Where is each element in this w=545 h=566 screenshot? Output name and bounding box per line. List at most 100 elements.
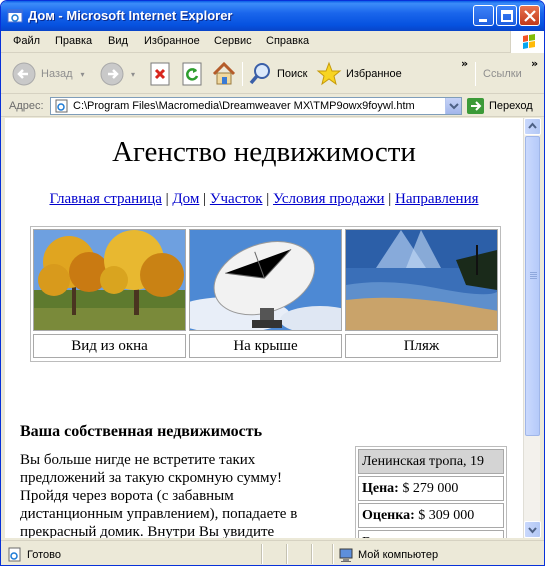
navigation-links: Главная страница | Дом | Участок | Услов… (5, 191, 523, 208)
autumn-trees-photo (33, 229, 186, 331)
nav-link-plot[interactable]: Участок (210, 191, 263, 207)
property-address: Ленинская тропа, 19 (358, 449, 504, 474)
search-label: Поиск (277, 68, 308, 80)
refresh-button[interactable] (181, 58, 203, 90)
menu-help[interactable]: Справка (266, 35, 309, 47)
my-computer-icon (339, 548, 353, 562)
estimate-value: $ 309 000 (418, 508, 475, 523)
forward-arrow-icon (100, 62, 124, 86)
minimize-button[interactable] (473, 5, 494, 26)
satellite-dish-photo (189, 229, 342, 331)
status-text-area: Готово (7, 547, 61, 563)
section-title: Ваша собственная недвижимость (20, 423, 263, 440)
page-content: Агенство недвижимости Главная страница |… (5, 118, 523, 538)
windows-flag-icon (523, 34, 535, 49)
address-dropdown-button[interactable] (445, 98, 461, 114)
status-divider (261, 544, 263, 564)
nav-link-directions[interactable]: Направления (395, 191, 478, 207)
vertical-scrollbar[interactable] (523, 118, 541, 538)
home-icon (212, 61, 236, 85)
page-icon (55, 99, 68, 113)
estimate-row: Оценка: $ 309 000 (358, 503, 504, 528)
menu-file[interactable]: Файл (13, 35, 40, 47)
search-icon (249, 63, 270, 85)
status-divider (332, 544, 334, 564)
go-button[interactable]: Переход (467, 97, 533, 115)
scroll-grip-icon (530, 272, 537, 280)
caption-roof: На крыше (189, 334, 342, 358)
toolbar-separator (475, 62, 476, 86)
refresh-icon (182, 62, 202, 86)
close-icon (524, 10, 536, 22)
go-label: Переход (489, 100, 533, 112)
scroll-thumb[interactable] (525, 136, 540, 436)
price-row: Цена: $ 279 000 (358, 476, 504, 501)
minimize-icon (479, 19, 487, 22)
menu-edit[interactable]: Правка (55, 35, 92, 47)
links-label: Ссылки (483, 68, 522, 80)
ie-app-icon (7, 9, 23, 23)
toolbar-separator (242, 62, 243, 86)
property-info-table: Ленинская тропа, 19 Цена: $ 279 000 Оцен… (355, 446, 507, 538)
status-divider (311, 544, 313, 564)
menu-view[interactable]: Вид (108, 35, 128, 47)
stop-button[interactable] (149, 58, 171, 90)
standard-toolbar: Назад ▾ ▾ Поиск Избранное » Ссылки » (1, 54, 544, 94)
address-label: Адрес: (9, 100, 44, 112)
menu-tools[interactable]: Сервис (214, 35, 252, 47)
links-overflow-icon[interactable]: » (531, 57, 538, 70)
forward-dropdown-icon[interactable]: ▾ (131, 70, 135, 79)
owner-note: Владелец переезжает (358, 530, 504, 538)
menu-bar: Файл Правка Вид Избранное Сервис Справка (1, 31, 544, 53)
page-done-icon (8, 547, 21, 562)
window-title: Дом - Microsoft Internet Explorer (28, 8, 233, 23)
scroll-down-button[interactable] (524, 521, 541, 538)
status-bar: Готово Мой компьютер (1, 540, 544, 565)
security-zone: Мой компьютер (338, 547, 438, 563)
favorites-star-icon (316, 61, 342, 86)
title-bar[interactable]: Дом - Microsoft Internet Explorer (1, 1, 544, 31)
caption-window-view: Вид из окна (33, 334, 186, 358)
chevron-down-icon (449, 103, 459, 110)
body-text: Вы больше нигде не встретите таких предл… (20, 452, 298, 538)
back-dropdown-icon[interactable]: ▾ (81, 70, 85, 79)
back-label: Назад (41, 68, 73, 80)
menu-favorites[interactable]: Избранное (144, 35, 200, 47)
price-label: Цена: (362, 481, 399, 496)
maximize-icon (501, 10, 513, 22)
nav-separator: | (165, 191, 169, 207)
price-value: $ 279 000 (402, 481, 459, 496)
home-button[interactable] (211, 58, 237, 90)
scroll-down-icon (528, 527, 537, 534)
windows-logo (510, 31, 544, 53)
scroll-up-icon (528, 122, 537, 129)
estimate-label: Оценка: (362, 508, 415, 523)
stop-icon (150, 62, 170, 86)
nav-link-house[interactable]: Дом (172, 191, 199, 207)
beach-photo (345, 229, 498, 331)
forward-button[interactable]: ▾ (99, 58, 135, 90)
nav-link-main[interactable]: Главная страница (49, 191, 161, 207)
address-input[interactable]: C:\Program Files\Macromedia\Dreamweaver … (50, 97, 462, 115)
favorites-label: Избранное (346, 68, 402, 80)
caption-beach: Пляж (345, 334, 498, 358)
scroll-up-button[interactable] (524, 118, 541, 135)
address-bar: Адрес: C:\Program Files\Macromedia\Dream… (1, 95, 544, 117)
photo-gallery: Вид из окна На крыше Пляж (30, 226, 501, 362)
search-button[interactable]: Поиск (249, 58, 307, 90)
zone-label: Мой компьютер (358, 549, 439, 561)
nav-separator: | (203, 191, 207, 207)
back-button[interactable]: Назад ▾ (11, 58, 85, 90)
status-divider (286, 544, 288, 564)
nav-separator: | (266, 191, 270, 207)
maximize-button[interactable] (496, 5, 517, 26)
toolbar-overflow-icon[interactable]: » (461, 57, 468, 70)
go-arrow-icon (467, 98, 484, 114)
page-title: Агенство недвижимости (112, 136, 416, 168)
status-text: Готово (27, 549, 61, 561)
close-button[interactable] (519, 5, 540, 26)
nav-link-terms[interactable]: Условия продажи (273, 191, 385, 207)
links-button[interactable]: Ссылки (479, 58, 522, 90)
nav-separator: | (388, 191, 392, 207)
favorites-button[interactable]: Избранное (316, 58, 402, 90)
